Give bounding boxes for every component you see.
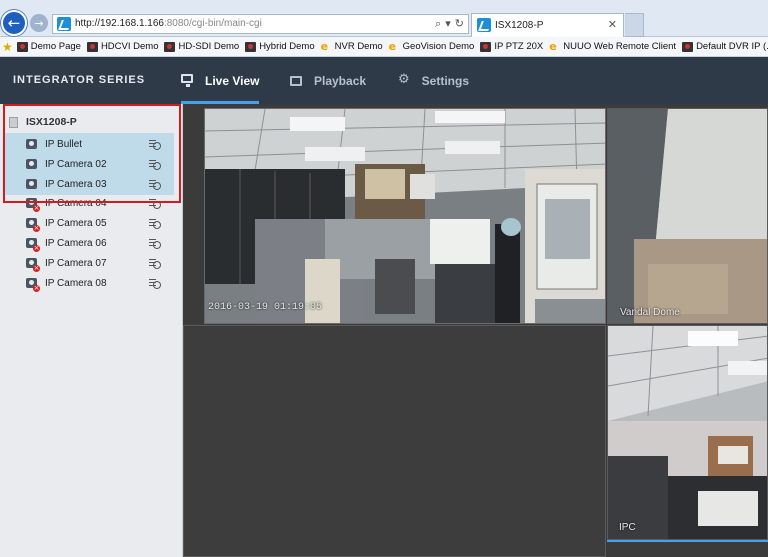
- refresh-icon[interactable]: ↻: [455, 17, 464, 31]
- ipc-camera-feed: [608, 326, 767, 539]
- camera-offline-icon: [26, 238, 40, 252]
- favorite-link[interactable]: IP PTZ 20X: [480, 41, 543, 52]
- camera-offline-icon: [26, 218, 40, 232]
- site-logo-icon: [86, 41, 98, 52]
- video-tile-empty[interactable]: [183, 325, 606, 557]
- tab-favicon-icon: [477, 18, 491, 32]
- app-header: INTEGRATOR SERIES Live View Playback ⚙ S…: [0, 57, 768, 104]
- browser-toolbar: ← → http://192.168.1.166:8080/cgi-bin/ma…: [0, 0, 768, 37]
- arrow-right-icon: →: [34, 16, 44, 30]
- favorite-label: Hybrid Demo: [259, 41, 315, 52]
- site-logo-icon: [480, 41, 492, 52]
- tab-title: ISX1208-P: [495, 20, 544, 31]
- camera-item[interactable]: IP Camera 06: [26, 235, 107, 252]
- annotation-highlight-box: [3, 104, 181, 203]
- office-camera-feed: [205, 109, 605, 323]
- search-icon[interactable]: ⌕: [435, 17, 441, 31]
- site-logo-icon: [164, 41, 176, 52]
- favorite-link[interactable]: Default DVR IP (.1.108): [682, 41, 768, 52]
- brand-title: INTEGRATOR SERIES: [13, 74, 146, 86]
- tab-settings[interactable]: ⚙ Settings: [398, 57, 469, 104]
- favorite-label: Default DVR IP (.1.108): [696, 41, 768, 52]
- ie-page-icon: e: [320, 39, 329, 53]
- browser-tab[interactable]: ISX1208-P ✕: [471, 13, 624, 37]
- favorite-link[interactable]: e GeoVision Demo: [388, 39, 475, 53]
- dropdown-icon[interactable]: ▾: [445, 17, 451, 31]
- playback-list-icon[interactable]: [149, 218, 161, 229]
- camera-label: IP Camera 06: [45, 237, 107, 249]
- playback-list-icon[interactable]: [149, 238, 161, 249]
- playback-list-icon[interactable]: [149, 278, 161, 289]
- url-path: :8080/cgi-bin/main-cgi: [163, 18, 262, 29]
- tab-live-view[interactable]: Live View: [181, 57, 260, 104]
- favorite-link[interactable]: e NVR Demo: [320, 39, 383, 53]
- selected-tile-indicator: [607, 540, 768, 542]
- favorite-link[interactable]: HDCVI Demo: [86, 41, 159, 52]
- forward-button[interactable]: →: [30, 14, 48, 32]
- camera-item[interactable]: IP Camera 05: [26, 215, 107, 232]
- video-tile-ip-bullet[interactable]: 2016-03-19 01:19:05: [204, 108, 606, 324]
- site-favicon-icon: [57, 17, 71, 31]
- video-tile-camera-03[interactable]: IPC: [607, 325, 768, 540]
- tab-playback[interactable]: Playback: [290, 57, 366, 104]
- favorite-link[interactable]: e NUUO Web Remote Client: [549, 39, 677, 53]
- tab-label: Settings: [421, 73, 469, 88]
- device-tree-sidebar: ISX1208-P IP Bullet IP Camera 02 IP Came…: [0, 104, 183, 557]
- address-bar[interactable]: http://192.168.1.166:8080/cgi-bin/main-c…: [52, 14, 469, 34]
- site-logo-icon: [16, 41, 28, 52]
- favorite-label: Demo Page: [30, 41, 81, 52]
- gear-icon: ⚙: [398, 72, 410, 87]
- url-host: http://192.168.1.166: [75, 18, 164, 29]
- dome-camera-feed: [608, 109, 767, 323]
- playback-list-icon[interactable]: [149, 258, 161, 269]
- camera-item[interactable]: IP Camera 08: [26, 275, 107, 292]
- address-icons: ⌕ ▾ ↻: [435, 17, 464, 31]
- monitor-icon: [181, 74, 193, 87]
- favorite-link[interactable]: HD-SDI Demo: [164, 41, 239, 52]
- camera-label: IP Camera 08: [45, 277, 107, 289]
- back-button[interactable]: ←: [1, 10, 27, 36]
- camera-offline-icon: [26, 278, 40, 292]
- tab-label: Live View: [205, 73, 260, 88]
- camera-name-overlay: Vandal Dome: [620, 307, 680, 318]
- favorite-label: HD-SDI Demo: [178, 41, 240, 52]
- ie-page-icon: e: [549, 39, 557, 53]
- timestamp-overlay: 2016-03-19 01:19:05: [208, 302, 323, 313]
- favorites-star-icon[interactable]: ★: [2, 40, 13, 54]
- address-url[interactable]: http://192.168.1.166:8080/cgi-bin/main-c…: [75, 18, 262, 29]
- video-tile-camera-02[interactable]: Vandal Dome: [607, 108, 768, 324]
- favorite-label: HDCVI Demo: [100, 41, 159, 52]
- camera-label: IP Camera 07: [45, 257, 107, 269]
- close-tab-icon[interactable]: ✕: [608, 18, 617, 31]
- site-logo-icon: [682, 41, 694, 52]
- favorite-label: GeoVision Demo: [402, 41, 475, 52]
- camera-offline-icon: [26, 258, 40, 272]
- favorite-label: NUUO Web Remote Client: [563, 41, 677, 52]
- tab-label: Playback: [314, 73, 367, 88]
- favorite-link[interactable]: Demo Page: [16, 41, 81, 52]
- ie-page-icon: e: [388, 39, 397, 53]
- camera-name-overlay: IPC: [619, 522, 636, 533]
- favorite-label: NVR Demo: [334, 41, 383, 52]
- arrow-left-icon: ←: [7, 14, 21, 32]
- favorites-bar: ★ Demo Page HDCVI Demo HD-SDI Demo Hybri…: [0, 37, 768, 57]
- camera-item[interactable]: IP Camera 07: [26, 255, 107, 272]
- favorite-label: IP PTZ 20X: [494, 41, 544, 52]
- live-view-grid: 2016-03-19 01:19:05 Vandal Dome IPC: [183, 104, 768, 557]
- site-logo-icon: [245, 41, 257, 52]
- film-icon: [290, 75, 302, 86]
- new-tab-button[interactable]: [625, 13, 644, 37]
- favorite-link[interactable]: Hybrid Demo: [245, 41, 315, 52]
- camera-label: IP Camera 05: [45, 217, 107, 229]
